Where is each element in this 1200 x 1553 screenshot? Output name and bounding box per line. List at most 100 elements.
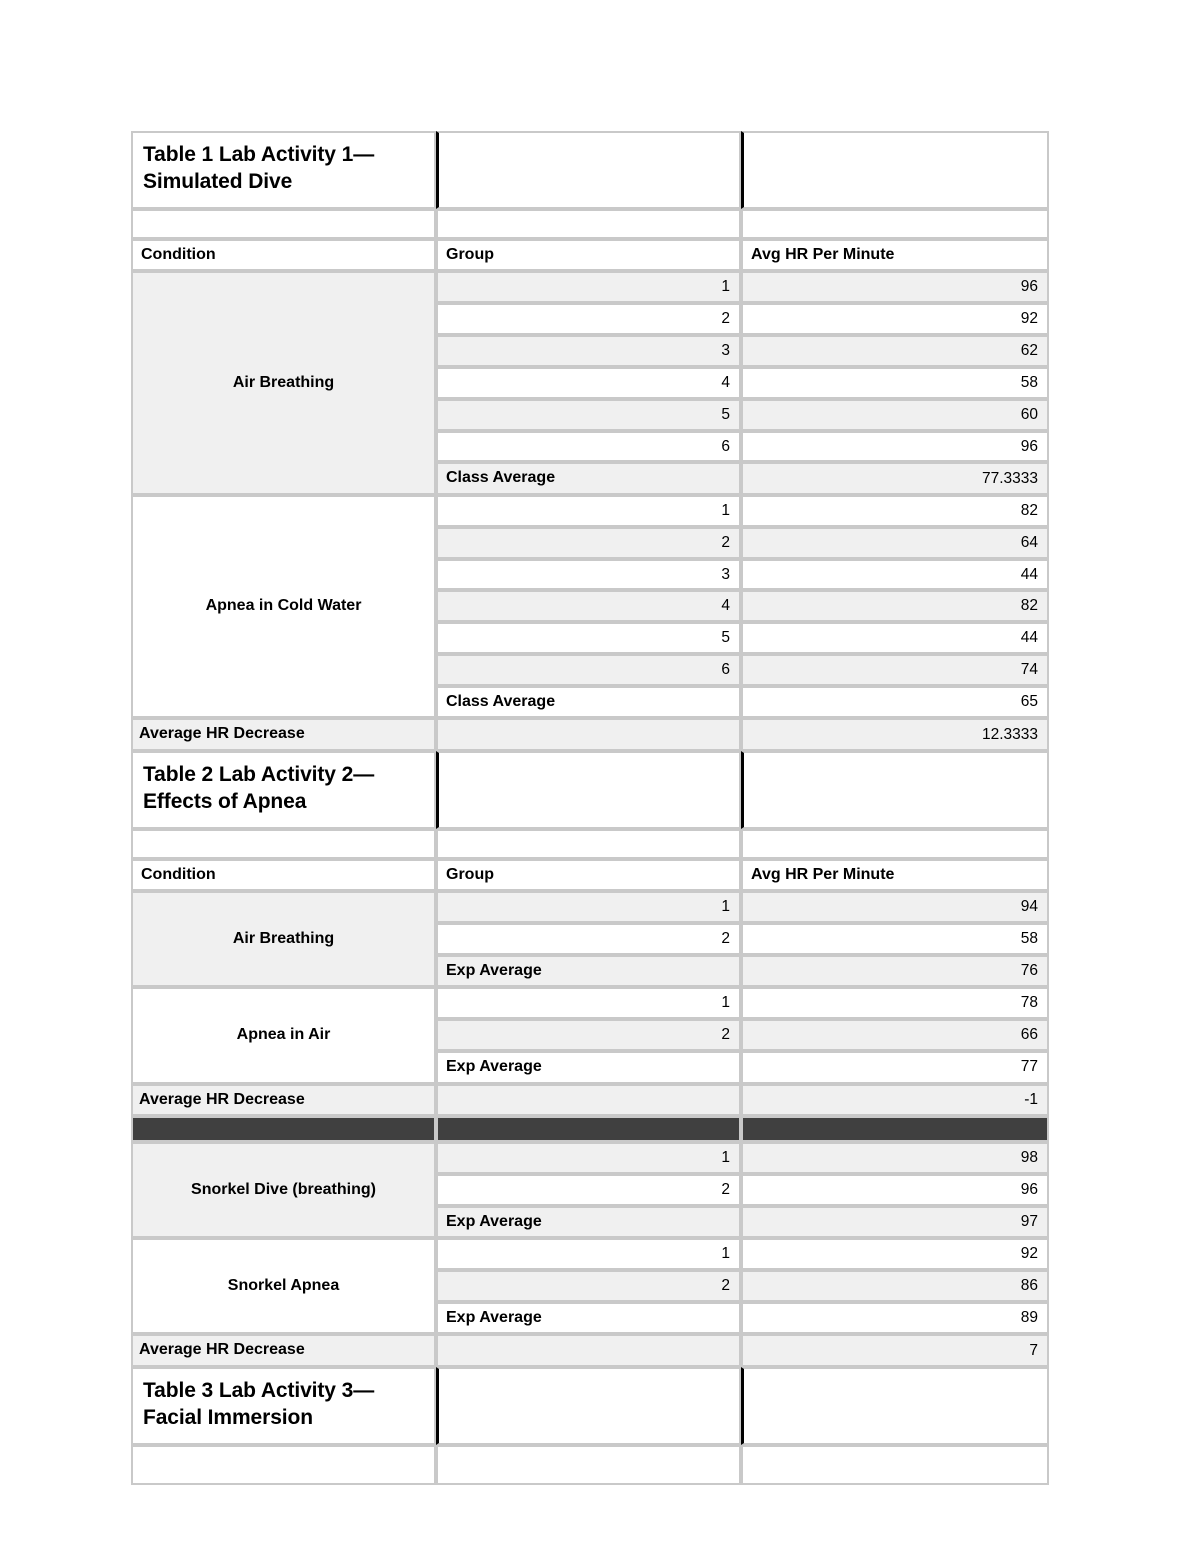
table-row: Snorkel Dive (breathing) 1 98 bbox=[131, 1142, 1049, 1239]
exp-average-value: 76 bbox=[741, 954, 1049, 988]
average-hr-decrease-label: Average HR Decrease bbox=[131, 1334, 436, 1367]
value-cell: 58 bbox=[741, 366, 1049, 399]
table1-footer-row: Average HR Decrease 12.3333 bbox=[131, 718, 1049, 751]
spacer-cell-group bbox=[436, 209, 741, 239]
average-hr-decrease-label: Average HR Decrease bbox=[131, 1083, 436, 1116]
table-row: Apnea in Air 1 78 bbox=[131, 987, 1049, 1084]
average-hr-decrease-value: -1 bbox=[741, 1083, 1049, 1116]
table2-condition-snorkel-apnea: Snorkel Apnea bbox=[131, 1238, 436, 1335]
value-cell: 44 bbox=[741, 622, 1049, 655]
group-cell: 3 bbox=[436, 558, 741, 591]
class-average-value: 77.3333 bbox=[741, 462, 1049, 495]
value-cell: 96 bbox=[741, 430, 1049, 463]
table2-column-header-row: Condition Group Avg HR Per Minute bbox=[131, 858, 1049, 892]
table-row: Air Breathing 1 96 bbox=[131, 271, 1049, 495]
table1-spacer-row bbox=[131, 209, 1049, 239]
group-cell: 2 bbox=[436, 1019, 741, 1052]
value-cell: 64 bbox=[741, 526, 1049, 559]
average-hr-decrease-label: Average HR Decrease bbox=[131, 718, 436, 751]
value-cell: 96 bbox=[741, 1173, 1049, 1206]
table3-title-blank-value bbox=[741, 1366, 1049, 1445]
dark-divider-cell-condition bbox=[131, 1116, 436, 1142]
value-cell: 92 bbox=[741, 303, 1049, 336]
average-hr-decrease-value: 7 bbox=[741, 1334, 1049, 1367]
group-cell: 2 bbox=[436, 923, 741, 955]
document-page: Table 1 Lab Activity 1—Simulated Dive Co… bbox=[0, 0, 1200, 1553]
exp-average-value: 97 bbox=[741, 1205, 1049, 1239]
table-row: Air Breathing 1 94 bbox=[131, 891, 1049, 988]
group-cell: 4 bbox=[436, 366, 741, 399]
dark-divider-cell-value bbox=[741, 1116, 1049, 1142]
group-cell: 1 bbox=[436, 1142, 741, 1174]
table1-title-row: Table 1 Lab Activity 1—Simulated Dive bbox=[131, 131, 1049, 209]
table1-title-blank-value bbox=[741, 131, 1049, 209]
group-cell: 2 bbox=[436, 526, 741, 559]
value-cell: 82 bbox=[741, 590, 1049, 623]
lab-data-table: Table 1 Lab Activity 1—Simulated Dive Co… bbox=[131, 131, 1049, 1485]
value-cell: 78 bbox=[741, 987, 1049, 1020]
group-cell: 4 bbox=[436, 590, 741, 623]
table3-title-row: Table 3 Lab Activity 3—Facial Immersion bbox=[131, 1366, 1049, 1445]
value-cell: 62 bbox=[741, 335, 1049, 367]
spacer-cell-value bbox=[741, 828, 1049, 859]
value-cell: 86 bbox=[741, 1269, 1049, 1302]
table2-blocka-footer-row: Average HR Decrease -1 bbox=[131, 1083, 1049, 1116]
group-cell: 1 bbox=[436, 987, 741, 1020]
average-hr-decrease-value: 12.3333 bbox=[741, 718, 1049, 751]
value-cell: 58 bbox=[741, 923, 1049, 955]
group-cell: 1 bbox=[436, 1238, 741, 1270]
group-cell: 1 bbox=[436, 271, 741, 304]
table2-condition-air-breathing: Air Breathing bbox=[131, 891, 436, 988]
exp-average-label: Exp Average bbox=[436, 1051, 741, 1084]
exp-average-label: Exp Average bbox=[436, 954, 741, 988]
table2-condition-snorkel-dive: Snorkel Dive (breathing) bbox=[131, 1142, 436, 1239]
exp-average-value: 77 bbox=[741, 1051, 1049, 1084]
average-hr-decrease-blank bbox=[436, 1083, 741, 1116]
table2-title-blank-value bbox=[741, 750, 1049, 829]
table2-blockb-footer-row: Average HR Decrease 7 bbox=[131, 1334, 1049, 1367]
group-cell: 1 bbox=[436, 494, 741, 527]
group-cell: 6 bbox=[436, 430, 741, 463]
spacer-cell-value bbox=[741, 209, 1049, 239]
spacer-cell-condition bbox=[131, 1444, 436, 1485]
table3-title-blank-group bbox=[436, 1366, 741, 1445]
spacer-cell-group bbox=[436, 1444, 741, 1485]
table2-title: Table 2 Lab Activity 2—Effects of Apnea bbox=[131, 750, 436, 829]
spacer-cell-group bbox=[436, 828, 741, 859]
spacer-cell-condition bbox=[131, 209, 436, 239]
table1-condition-apnea-cold-water: Apnea in Cold Water bbox=[131, 494, 436, 719]
table1-header-group: Group bbox=[436, 239, 741, 272]
value-cell: 98 bbox=[741, 1142, 1049, 1174]
table1-title-blank-group bbox=[436, 131, 741, 209]
value-cell: 96 bbox=[741, 271, 1049, 304]
value-cell: 60 bbox=[741, 398, 1049, 431]
table2-title-row: Table 2 Lab Activity 2—Effects of Apnea bbox=[131, 750, 1049, 829]
dark-divider-cell-group bbox=[436, 1116, 741, 1142]
table2-header-value: Avg HR Per Minute bbox=[741, 858, 1049, 892]
value-cell: 82 bbox=[741, 494, 1049, 527]
table3-spacer-row bbox=[131, 1444, 1049, 1485]
spacer-cell-value bbox=[741, 1444, 1049, 1485]
group-cell: 2 bbox=[436, 1173, 741, 1206]
value-cell: 92 bbox=[741, 1238, 1049, 1270]
average-hr-decrease-blank bbox=[436, 1334, 741, 1367]
exp-average-label: Exp Average bbox=[436, 1205, 741, 1239]
group-cell: 3 bbox=[436, 335, 741, 367]
table2-header-condition: Condition bbox=[131, 858, 436, 892]
group-cell: 1 bbox=[436, 891, 741, 924]
value-cell: 44 bbox=[741, 558, 1049, 591]
table1-condition-air-breathing: Air Breathing bbox=[131, 271, 436, 495]
class-average-label: Class Average bbox=[436, 462, 741, 495]
group-cell: 2 bbox=[436, 1269, 741, 1302]
group-cell: 6 bbox=[436, 654, 741, 686]
table1-header-value: Avg HR Per Minute bbox=[741, 239, 1049, 272]
table3-title: Table 3 Lab Activity 3—Facial Immersion bbox=[131, 1366, 436, 1445]
value-cell: 94 bbox=[741, 891, 1049, 924]
average-hr-decrease-blank bbox=[436, 718, 741, 751]
group-cell: 2 bbox=[436, 303, 741, 336]
group-cell: 5 bbox=[436, 622, 741, 655]
spacer-cell-condition bbox=[131, 828, 436, 859]
table1-title: Table 1 Lab Activity 1—Simulated Dive bbox=[131, 131, 436, 209]
class-average-value: 65 bbox=[741, 685, 1049, 719]
table1-header-condition: Condition bbox=[131, 239, 436, 272]
